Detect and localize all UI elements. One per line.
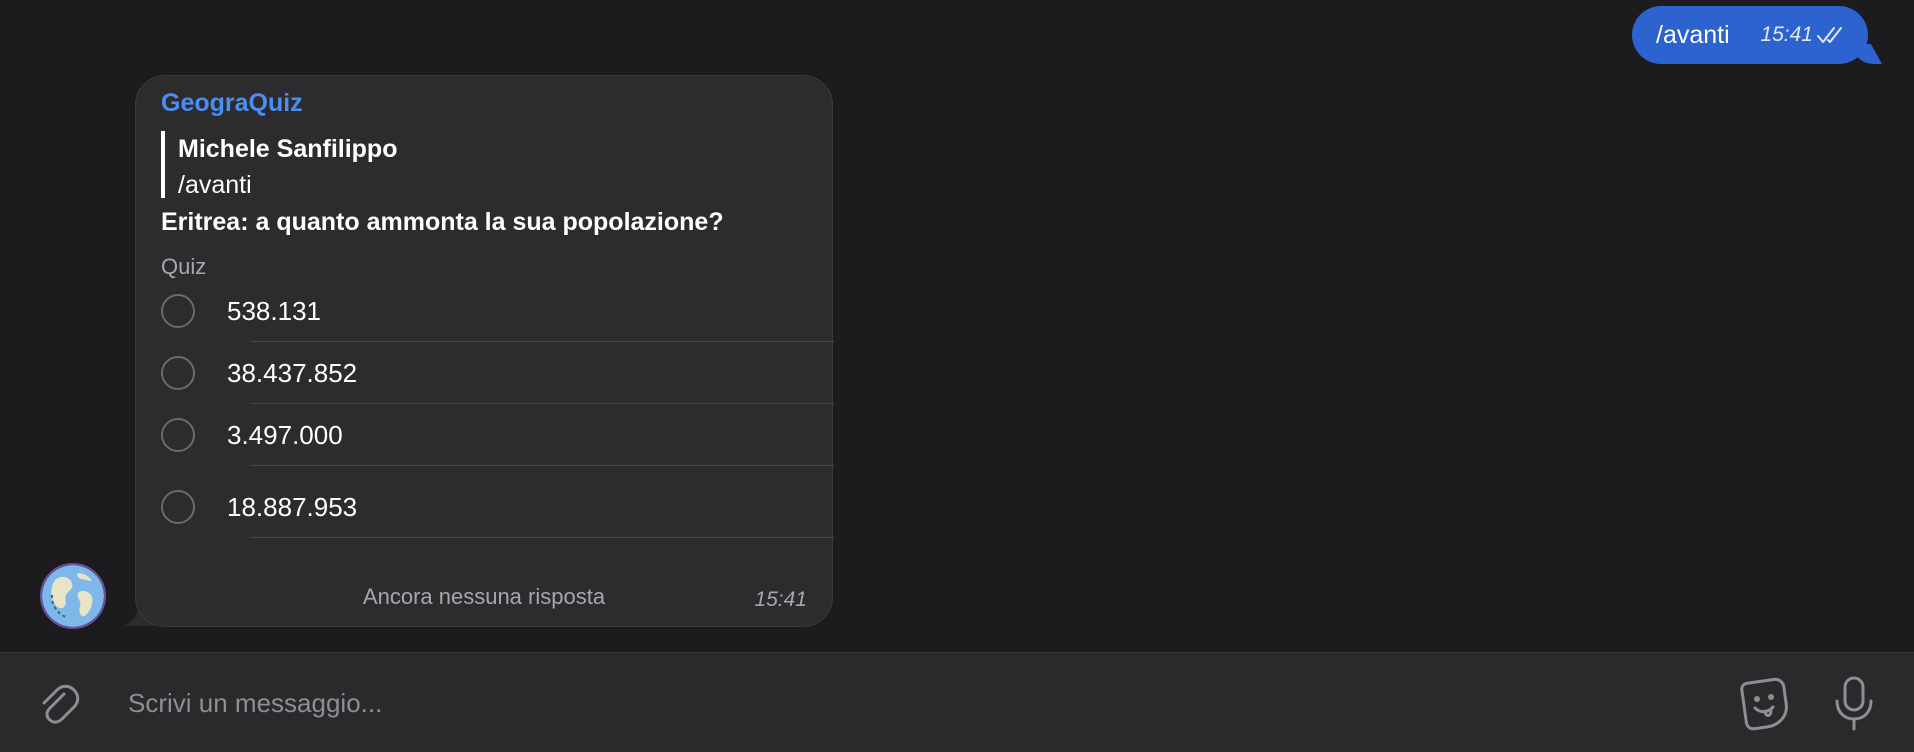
divider xyxy=(251,537,834,538)
poll-option[interactable]: 538.131 xyxy=(161,280,834,342)
poll-message: GeograQuiz Michele Sanfilippo /avanti Er… xyxy=(135,75,834,627)
reply-author: Michele Sanfilippo xyxy=(178,135,398,163)
reply-quote[interactable]: Michele Sanfilippo /avanti xyxy=(161,131,398,199)
divider xyxy=(251,465,834,466)
message-composer xyxy=(0,652,1914,752)
outgoing-message-text: /avanti xyxy=(1656,20,1730,49)
poll-results-status[interactable]: Ancora nessuna risposta xyxy=(136,584,832,610)
radio-button[interactable] xyxy=(161,490,195,524)
outgoing-message[interactable]: /avanti 15:41 xyxy=(1632,6,1868,64)
chat-history: /avanti 15:41 GeograQuiz Michele Sanfili… xyxy=(0,0,1914,652)
poll-option-label: 18.887.953 xyxy=(227,491,358,522)
radio-button[interactable] xyxy=(161,356,195,390)
message-input[interactable] xyxy=(128,679,1678,727)
radio-button[interactable] xyxy=(161,294,195,328)
poll-option[interactable]: 3.497.000 xyxy=(161,404,834,466)
poll-option[interactable]: 18.887.953 xyxy=(161,476,834,538)
double-check-icon xyxy=(1817,27,1842,43)
radio-button[interactable] xyxy=(161,418,195,452)
globe-icon xyxy=(42,565,104,627)
poll-type-label: Quiz xyxy=(161,254,207,279)
poll-option[interactable]: 38.437.852 xyxy=(161,342,834,404)
microphone-icon[interactable] xyxy=(1832,675,1876,733)
outgoing-message-meta: 15:41 xyxy=(1760,23,1844,47)
paperclip-icon[interactable] xyxy=(34,680,82,728)
outgoing-message-time: 15:41 xyxy=(1760,23,1813,46)
poll-option-label: 3.497.000 xyxy=(227,419,343,450)
avatar[interactable] xyxy=(40,563,106,629)
poll-option-label: 38.437.852 xyxy=(227,357,358,388)
sender-name[interactable]: GeograQuiz xyxy=(161,89,303,118)
message-time: 15:41 xyxy=(754,588,807,611)
poll-option-label: 538.131 xyxy=(227,295,321,326)
reply-text: /avanti xyxy=(178,171,252,199)
poll-question: Eritrea: a quanto ammonta la sua popolaz… xyxy=(161,208,724,236)
sticker-icon[interactable] xyxy=(1736,677,1792,731)
